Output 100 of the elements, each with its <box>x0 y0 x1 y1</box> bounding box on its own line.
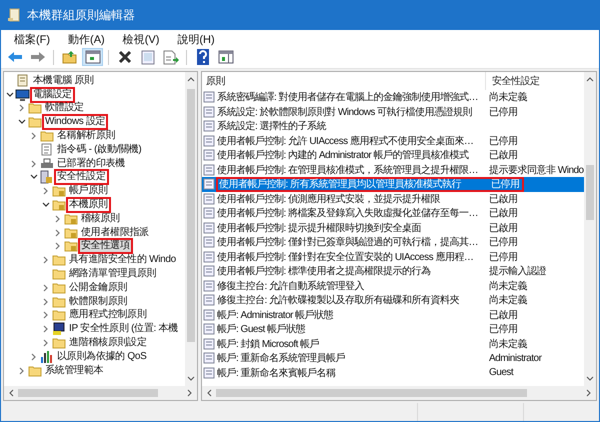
scrollbar-thumb[interactable] <box>586 165 594 220</box>
collapsed-chevron-icon[interactable] <box>30 160 38 168</box>
scroll-up-icon[interactable] <box>586 76 594 82</box>
collapsed-chevron-icon[interactable] <box>30 132 38 140</box>
policy-name: 系統密碼編譯: 對使用者儲存在電腦上的金鑰強制使用增強式… <box>216 90 480 104</box>
menu-item[interactable]: 檢視(V) <box>114 32 168 46</box>
scrollbar-thumb[interactable] <box>216 389 528 397</box>
table-row[interactable]: 系統設定: 選擇性的子系統 <box>202 119 584 134</box>
policy-icon <box>203 294 215 306</box>
locked-folder-icon <box>64 226 78 239</box>
table-row[interactable]: 使用者帳戶控制: 內建的 Administrator 帳戶的管理員核准模式 已啟用 <box>202 148 584 162</box>
collapsed-chevron-icon[interactable] <box>18 104 26 112</box>
collapsed-chevron-icon[interactable] <box>42 256 50 264</box>
tree-item[interactable]: 安全性設定 <box>56 171 107 184</box>
expanded-chevron-icon[interactable] <box>30 173 38 182</box>
tree-item[interactable]: 名稱解析原則 <box>56 130 116 142</box>
scroll-right-icon[interactable] <box>187 389 193 397</box>
tree-item[interactable]: 本機原則 <box>68 199 109 212</box>
folder-icon <box>52 282 66 294</box>
tree-item[interactable]: 電腦設定 <box>32 88 73 101</box>
expanded-chevron-icon[interactable] <box>6 90 14 99</box>
policy-setting: 已停用 <box>488 323 518 336</box>
table-row[interactable]: 系統設定: 於軟體限制原則對 Windows 可執行檔使用憑證規則 已停用 <box>202 104 584 119</box>
tree-item[interactable]: 安全性選項 <box>80 240 131 252</box>
scroll-down-icon[interactable] <box>586 376 594 382</box>
scroll-down-icon[interactable] <box>187 376 195 382</box>
folder-icon <box>52 254 66 266</box>
tree-item[interactable]: 本機電腦 原則 <box>32 74 95 87</box>
collapsed-chevron-icon[interactable] <box>42 311 50 320</box>
collapsed-chevron-icon[interactable] <box>42 298 50 306</box>
table-row[interactable]: 系統密碼編譯: 對使用者儲存在電腦上的金鑰強制使用增強式… 尚未定義 <box>202 90 584 104</box>
column-header[interactable]: 原則 <box>202 72 486 90</box>
collapsed-chevron-icon[interactable] <box>42 284 50 292</box>
table-row[interactable]: 修復主控台: 允許軟碟複製以及存取所有磁碟和所有資料夾 尚未定義 <box>202 293 584 308</box>
tree-item[interactable]: 以原則為依據的 QoS <box>56 350 148 363</box>
policy-name: 使用者帳戶控制: 將檔案及登錄寫入失敗虛擬化並儲存至每一… <box>216 206 480 220</box>
column-header[interactable]: 安全性設定 <box>486 74 540 88</box>
table-row[interactable]: 使用者帳戶控制: 將檔案及登錄寫入失敗虛擬化並儲存至每一… 已啟用 <box>202 206 584 220</box>
scroll-left-icon[interactable] <box>206 389 212 397</box>
tree-item[interactable]: 稽核原則 <box>80 212 121 225</box>
folder-icon <box>28 102 42 114</box>
table-row[interactable]: 帳戶: Administrator 帳戶狀態 已啟用 <box>202 308 584 322</box>
table-row[interactable]: 使用者帳戶控制: 僅針對已簽章與驗證過的可執行檔，提高其… 已停用 <box>202 235 584 250</box>
collapsed-chevron-icon[interactable] <box>18 366 26 375</box>
table-row[interactable]: 帳戶: Guest 帳戶狀態 已停用 <box>202 322 584 336</box>
table-row[interactable]: 修復主控台: 允許自動系統管理登入 尚未定義 <box>202 278 584 293</box>
table-row[interactable]: 使用者帳戶控制: 所有系統管理員均以管理員核准模式執行 已停用 <box>202 177 584 192</box>
delete-icon[interactable] <box>118 50 132 64</box>
properties-icon[interactable] <box>140 50 154 64</box>
tree-item[interactable]: 軟體限制原則 <box>68 296 128 308</box>
tree-item[interactable]: 帳戶原則 <box>68 185 109 198</box>
tree-item[interactable]: 使用者權限指派 <box>80 226 150 239</box>
table-row[interactable]: 使用者帳戶控制: 允許 UIAccess 應用程式不使用安全桌面來… 已停用 <box>202 134 584 148</box>
collapsed-chevron-icon[interactable] <box>54 228 62 237</box>
table-row[interactable]: 帳戶: 重新命名系統管理員帳戶 Administrator <box>202 351 584 366</box>
window-title: 本機群組原則編輯器 <box>27 6 135 24</box>
scroll-left-icon[interactable] <box>8 389 14 397</box>
forward-arrow-icon[interactable] <box>30 51 46 63</box>
menu-item[interactable]: 檔案(F) <box>5 32 60 46</box>
collapsed-chevron-icon[interactable] <box>30 352 38 361</box>
scrollbar-thumb[interactable] <box>187 89 195 342</box>
tree-item[interactable]: 已部署的印表機 <box>56 158 126 170</box>
help-icon[interactable] <box>196 49 208 65</box>
table-row[interactable]: 使用者帳戶控制: 在管理員核准模式，系統管理員之提升權限… 提示要求同意非 Windo <box>202 162 584 177</box>
tree-item[interactable]: 系統管理範本 <box>44 364 104 377</box>
collapsed-chevron-icon[interactable] <box>54 214 62 223</box>
policy-name: 帳戶: 重新命名來賓帳戶名稱 <box>216 366 337 380</box>
expanded-chevron-icon[interactable] <box>42 201 50 210</box>
tree-item[interactable]: 指令碼 - (啟動/關機) <box>56 144 142 156</box>
menu-item[interactable]: 說明(H) <box>168 32 224 46</box>
tree-item[interactable]: 進階稽核原則設定 <box>68 337 148 350</box>
tree-item[interactable]: Windows 設定 <box>44 116 106 128</box>
collapsed-chevron-icon[interactable] <box>42 325 50 334</box>
collapsed-chevron-icon[interactable] <box>42 339 50 348</box>
folder-icon <box>52 337 66 350</box>
table-row[interactable]: 使用者帳戶控制: 偵測應用程式安裝，並提示提升權限 已啟用 <box>202 192 584 206</box>
tree-item[interactable]: 軟體設定 <box>44 102 85 114</box>
scroll-up-icon[interactable] <box>187 76 195 82</box>
policy-icon <box>203 323 215 336</box>
bar-chart-icon <box>40 350 54 364</box>
back-arrow-icon[interactable] <box>6 51 22 63</box>
collapsed-chevron-icon[interactable] <box>54 242 62 250</box>
table-row[interactable]: 帳戶: 封鎖 Microsoft 帳戶 尚未定義 <box>202 336 584 351</box>
policy-icon <box>203 164 215 176</box>
tree-item[interactable]: 公開金鑰原則 <box>68 282 128 294</box>
policy-icon <box>203 106 215 118</box>
tree-item[interactable]: 網路清單管理員原則 <box>68 268 158 280</box>
menu-item[interactable]: 動作(A) <box>59 32 114 46</box>
policy-name: 帳戶: 重新命名系統管理員帳戶 <box>216 352 346 366</box>
table-row[interactable]: 使用者帳戶控制: 標準使用者之提高權限提示的行為 提示輸入認證 <box>202 264 584 278</box>
collapsed-chevron-icon[interactable] <box>42 187 50 196</box>
tree-item[interactable]: IP 安全性原則 (位置: 本機 <box>68 323 179 336</box>
scrollbar-thumb[interactable] <box>18 389 158 397</box>
table-row[interactable]: 帳戶: 重新命名來賓帳戶名稱 Guest <box>202 366 584 380</box>
tree-item[interactable]: 應用程式控制原則 <box>68 309 148 322</box>
table-row[interactable]: 使用者帳戶控制: 提示提升權限時切換到安全桌面 已啟用 <box>202 220 584 235</box>
scroll-right-icon[interactable] <box>586 389 592 397</box>
tree-item[interactable]: 具有進階安全性的 Windo <box>68 254 177 266</box>
table-row[interactable]: 使用者帳戶控制: 僅針對在安全位置安裝的 UIAccess 應用程… 已停用 <box>202 250 584 264</box>
expanded-chevron-icon[interactable] <box>18 118 26 126</box>
